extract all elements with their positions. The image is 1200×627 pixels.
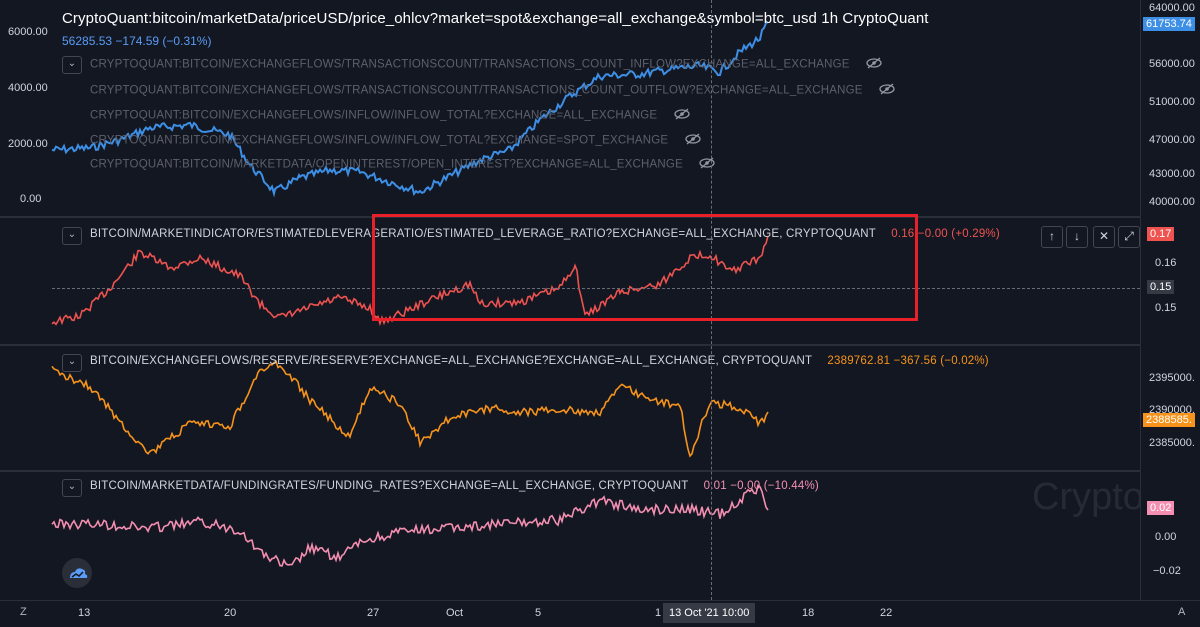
funding-value: 0.01 −0.00 (−10.44%) [703,480,819,492]
hidden-eye-icon[interactable] [865,57,883,72]
close-pane-button[interactable]: ✕ [1093,226,1115,248]
hidden-eye-icon[interactable] [878,83,896,98]
price-right-tick: 40000.00 [1149,196,1195,208]
overlay-row[interactable]: CRYPTOQUANT:BITCOIN/MARKETDATA/OPENINTER… [90,157,716,172]
auto-scale-toggle[interactable]: Z [20,606,27,618]
overlay-label: CRYPTOQUANT:BITCOIN/MARKETDATA/OPENINTER… [90,158,683,171]
chevron-down-icon: ⌄ [67,481,77,492]
overlay-label: CRYPTOQUANT:BITCOIN/EXCHANGEFLOWS/INFLOW… [90,109,658,122]
move-down-button[interactable]: ↓ [1066,226,1088,248]
funding-label: BITCOIN/MARKETDATA/FUNDINGRATES/FUNDING_… [90,480,689,492]
time-tick: 18 [802,607,815,619]
time-tick: 22 [880,607,893,619]
time-scale[interactable]: Z 13 20 27 Oct 5 1 18 22 13 Oct '21 10:0… [0,600,1200,627]
hidden-eye-icon[interactable] [698,157,716,172]
price-right-tick: 56000.00 [1149,58,1195,70]
chevron-down-icon: ⌄ [67,58,77,69]
leverage-right-tick: 0.15 [1155,302,1177,314]
time-tick: 1 [655,607,662,619]
hidden-eye-icon[interactable] [684,133,702,148]
crosshair-value-badge: 0.15 [1147,280,1175,294]
overlay-row[interactable]: CRYPTOQUANT:BITCOIN/EXCHANGEFLOWS/INFLOW… [90,133,702,148]
time-tick: 13 [78,607,91,619]
price-left-tick: 2000.00 [8,138,48,150]
collapse-pane-button[interactable]: ⌄ [62,479,82,497]
overlay-label: CRYPTOQUANT:BITCOIN/EXCHANGEFLOWS/INFLOW… [90,134,669,147]
reserve-right-tick: 2395000. [1149,372,1195,384]
reserve-value: 2389762.81 −367.56 (−0.02%) [827,355,989,367]
cloud-icon [70,568,88,578]
chevron-down-icon: ⌄ [67,356,77,367]
overlay-row[interactable]: CRYPTOQUANT:BITCOIN/EXCHANGEFLOWS/TRANSA… [90,57,883,72]
overlay-label: CRYPTOQUANT:BITCOIN/EXCHANGEFLOWS/TRANSA… [90,84,863,97]
collapse-pane-button[interactable]: ⌄ [62,227,82,245]
price-right-tick: 51000.00 [1149,96,1195,108]
funding-right-tick: 0.00 [1155,531,1177,543]
leverage-last-badge: 0.17 [1147,227,1175,241]
funding-pane: ⌄ BITCOIN/MARKETDATA/FUNDINGRATES/FUNDIN… [0,472,1140,600]
arrow-up-icon: ↑ [1049,229,1055,243]
log-scale-toggle[interactable]: A [1178,606,1185,618]
close-icon: ✕ [1098,229,1110,243]
collapse-pane-button[interactable]: ⌄ [62,354,82,372]
reserve-pane: ⌄ BITCOIN/EXCHANGEFLOWS/RESERVE/RESERVE?… [0,346,1140,470]
time-tick: Oct [446,607,464,619]
leverage-right-tick: 0.16 [1155,257,1177,269]
price-left-tick: 0.00 [20,193,42,205]
funding-right-tick: −0.02 [1153,565,1181,577]
price-left-tick: 4000.00 [8,82,48,94]
funding-last-badge: 0.02 [1147,501,1175,515]
reserve-label: BITCOIN/EXCHANGEFLOWS/RESERVE/RESERVE?EX… [90,355,813,367]
hidden-eye-icon[interactable] [673,108,691,123]
funding-legend: BITCOIN/MARKETDATA/FUNDINGRATES/FUNDING_… [90,480,819,492]
arrow-down-icon: ↓ [1074,229,1080,243]
price-pane: 6000.00 4000.00 2000.00 0.00 CryptoQuant… [0,0,1140,216]
price-right-tick: 43000.00 [1149,168,1195,180]
cryptoquant-watermark: Crypto [1032,476,1144,518]
time-tick: 20 [224,607,237,619]
price-right-tick: 47000.00 [1149,134,1195,146]
price-last-value: 56285.53 −174.59 (−0.31%) [62,34,212,48]
maximize-icon: ⤢ [1124,229,1134,243]
price-last-badge: 61753.74 [1143,17,1195,31]
crosshair-time-badge: 13 Oct '21 10:00 [663,603,756,623]
overlay-row[interactable]: CRYPTOQUANT:BITCOIN/EXCHANGEFLOWS/TRANSA… [90,83,896,98]
price-left-tick: 6000.00 [8,26,48,38]
tradingview-logo-button[interactable] [62,558,92,588]
highlight-box [372,214,918,321]
price-scale[interactable]: 64000.00 56000.00 51000.00 47000.00 4300… [1140,0,1200,600]
move-up-button[interactable]: ↑ [1041,226,1063,248]
chevron-down-icon: ⌄ [67,229,77,240]
reserve-last-badge: 2388585. [1143,413,1195,427]
time-tick: 27 [367,607,380,619]
overlay-row[interactable]: CRYPTOQUANT:BITCOIN/EXCHANGEFLOWS/INFLOW… [90,108,691,123]
overlay-label: CRYPTOQUANT:BITCOIN/EXCHANGEFLOWS/TRANSA… [90,58,850,71]
maximize-pane-button[interactable]: ⤢ [1118,226,1140,248]
collapse-overlays-button[interactable]: ⌄ [62,56,82,74]
reserve-right-tick: 2385000. [1149,437,1195,449]
reserve-legend: BITCOIN/EXCHANGEFLOWS/RESERVE/RESERVE?EX… [90,355,989,367]
chart-title: CryptoQuant:bitcoin/marketData/priceUSD/… [62,10,929,27]
time-tick: 5 [535,607,542,619]
price-right-tick: 64000.00 [1149,2,1195,14]
